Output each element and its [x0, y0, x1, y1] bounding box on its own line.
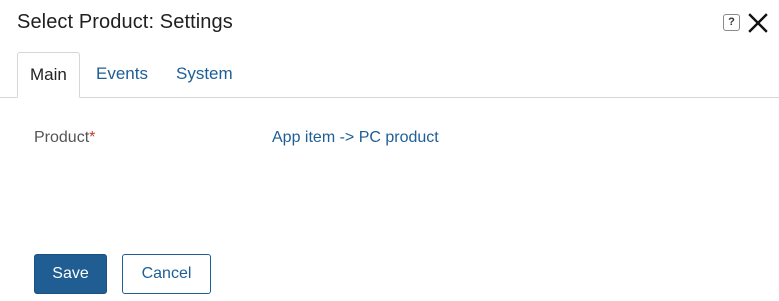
save-button[interactable]: Save — [34, 254, 107, 294]
tab-bar: Main Events System — [0, 52, 779, 98]
settings-dialog: Select Product: Settings ? Main Events S… — [0, 0, 779, 301]
help-icon[interactable]: ? — [723, 14, 740, 31]
tab-events[interactable]: Events — [84, 52, 160, 96]
product-field-label: Product* — [34, 129, 95, 147]
tab-system[interactable]: System — [164, 52, 245, 96]
tab-main[interactable]: Main — [17, 52, 80, 98]
close-icon[interactable] — [747, 12, 769, 34]
product-label-text: Product — [34, 129, 90, 146]
cancel-button[interactable]: Cancel — [122, 254, 211, 294]
dialog-title: Select Product: Settings — [17, 11, 233, 33]
required-mark: * — [89, 129, 96, 146]
product-value-link[interactable]: App item -> PC product — [272, 129, 439, 147]
